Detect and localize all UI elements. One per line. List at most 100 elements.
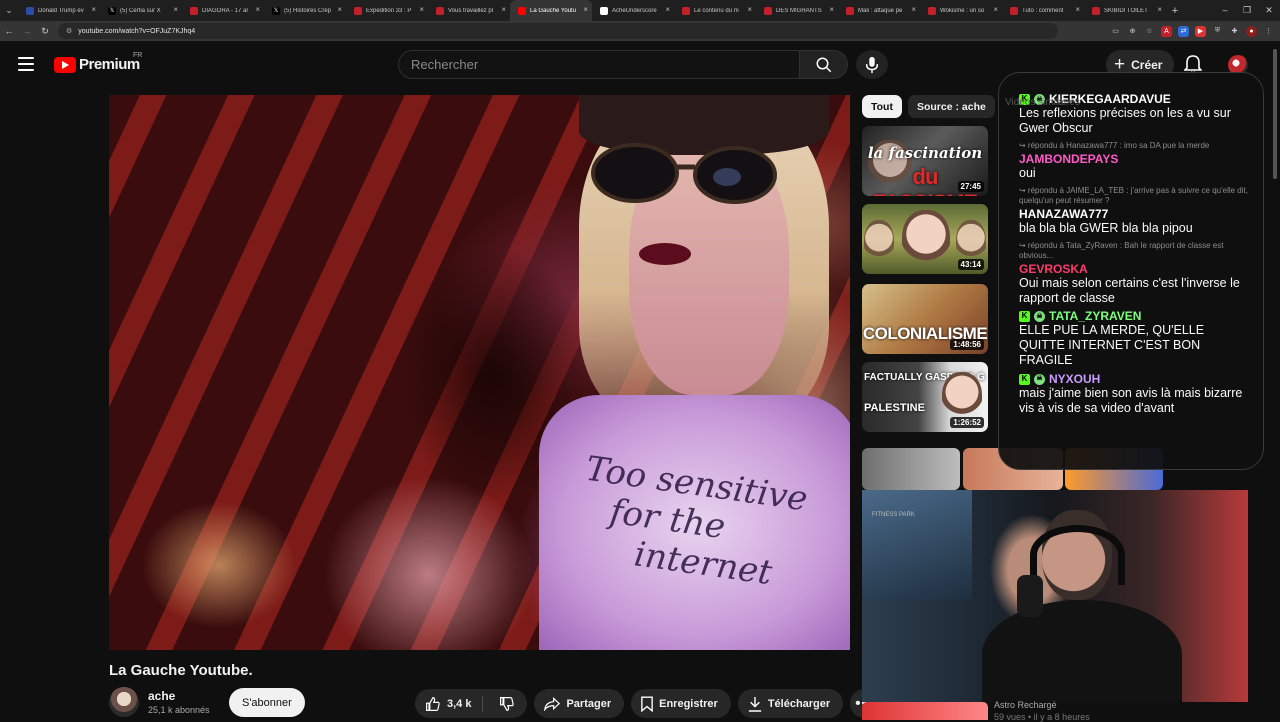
chat-author[interactable]: HANAZAWA777 [1019,207,1249,221]
channel-avatar[interactable] [109,687,139,717]
tab-close-icon[interactable]: × [911,5,916,14]
tab-search-icon[interactable]: ⌄ [0,0,18,21]
tab-close-icon[interactable]: × [501,5,506,14]
favicon-icon [928,6,936,15]
related-video-meta: 59 vues • il y a 8 heures [994,712,1090,722]
minimize-button[interactable]: – [1214,0,1236,21]
url-bar[interactable]: ⚙ youtube.com/watch?v=OFJuZ7KJhq4 [58,23,1058,39]
back-button[interactable]: ← [0,26,18,36]
extension-youtube-icon[interactable]: ▶ [1195,25,1206,37]
install-app-icon[interactable]: ▭ [1110,26,1121,37]
extension-shield-icon[interactable]: ⛨ [1212,26,1223,37]
chip-source[interactable]: Source : ache [907,95,995,118]
extension-red-icon[interactable]: A [1161,25,1172,37]
chat-reply-context: ↪ répondu à Hanazawa777 : imo sa DA pue … [1019,140,1210,150]
kick-badge-icon: K [1019,311,1030,323]
page-scrollbar[interactable] [1272,41,1278,720]
profile-icon[interactable]: ● [1246,25,1257,37]
tab-close-icon[interactable]: × [829,5,834,14]
dislike-button[interactable] [489,696,527,712]
share-button[interactable]: Partager [534,689,625,718]
share-arrow-icon [544,696,561,711]
browser-tab[interactable]: Mali : attaque pe × [838,0,920,21]
tab-close-icon[interactable]: × [337,5,342,14]
chat-author-name: JAMBONDEPAYS [1019,151,1119,166]
close-window-button[interactable]: ✕ [1258,0,1280,21]
chat-reply-context: ↪ répondu à Tata_ZyRaven : Bah le rappor… [1019,240,1224,260]
extension-translate-icon[interactable]: ⇄ [1178,25,1189,37]
browser-tab[interactable]: Vous travaillez pl × [428,0,510,21]
download-button[interactable]: Télécharger [737,689,844,718]
browser-tab[interactable]: 𝕏 (5) Histoires Crép × [264,0,346,21]
related-video-thumbnail[interactable]: la fascination du FASCISME 27:45 [862,126,988,196]
tab-close-icon[interactable]: × [173,5,178,14]
scrollbar-thumb[interactable] [1273,49,1277,179]
tab-close-icon[interactable]: × [1075,5,1080,14]
chat-author[interactable]: GEVROSKA [1019,262,1249,276]
related-video-title[interactable]: Astro Rechargé [994,700,1057,710]
video-title: La Gauche Youtube. [109,662,253,679]
chat-author[interactable]: K ☠ NYXOUH [1019,371,1249,386]
site-info-icon[interactable]: ⚙ [66,27,72,35]
zoom-icon[interactable]: ⊕ [1127,26,1138,37]
bookmark-star-icon[interactable]: ☆ [1144,26,1155,37]
search-input[interactable] [398,50,800,79]
related-video-thumbnail[interactable]: 43:14 [862,204,988,274]
subscribe-button[interactable]: S'abonner [229,688,305,717]
browser-tab[interactable]: DIAGORA - 17 ar × [182,0,264,21]
tab-title: Tuto : comment [1022,7,1064,14]
browser-tab[interactable]: Donald Trump év × [18,0,100,21]
related-video-thumbnail[interactable] [862,702,988,720]
favicon-icon [846,6,854,15]
browser-menu-icon[interactable]: ⋮ [1263,26,1274,37]
search-bar [398,50,888,79]
reload-button[interactable]: ↻ [36,26,54,37]
search-button[interactable] [800,50,848,79]
shorts-thumbnail[interactable] [862,448,960,490]
channel-name[interactable]: ache [148,689,175,703]
tab-close-icon[interactable]: × [665,5,670,14]
chat-author[interactable]: JAMBONDEPAYS [1019,151,1249,166]
browser-tab[interactable]: SKIBIDI TOILET × [1084,0,1166,21]
forward-button[interactable]: → [18,26,36,36]
browser-tab[interactable]: Expedition 33 : P × [346,0,428,21]
related-video-thumbnail[interactable]: COLONIALISME 1:48:56 [862,284,988,354]
save-button[interactable]: Enregistrer [631,689,731,718]
youtube-premium-logo[interactable]: Premium FR [54,52,142,73]
tab-close-icon[interactable]: × [91,5,96,14]
skull-badge-icon: ☠ [1034,373,1045,385]
maximize-button[interactable]: ❐ [1236,0,1258,21]
tab-close-icon[interactable]: × [1157,5,1162,14]
favicon-icon [1010,6,1018,15]
video-actions: 3,4 k Partager Enregistrer Télécharger •… [415,689,880,718]
tab-close-icon[interactable]: × [419,5,424,14]
video-frame-lips [639,243,691,265]
tab-close-icon[interactable]: × [993,5,998,14]
like-button[interactable]: 3,4 k [415,695,484,712]
browser-tab[interactable]: Tuto : comment × [1002,0,1084,21]
address-bar-row: ← → ↻ ⚙ youtube.com/watch?v=OFJuZ7KJhq4 … [0,21,1280,41]
browser-tab[interactable]: Wokisme : un so × [920,0,1002,21]
extensions-puzzle-icon[interactable]: ✚ [1229,26,1240,37]
tab-close-icon[interactable]: × [583,5,588,14]
browser-tab[interactable]: DES MIGRANTS × [756,0,838,21]
browser-tab[interactable]: AcheUnderscore × [592,0,674,21]
voice-search-button[interactable] [856,50,888,79]
browser-tab[interactable]: Le contenu du m × [674,0,756,21]
webcam-background-window [862,490,972,600]
tab-close-icon[interactable]: × [255,5,260,14]
search-icon [816,57,831,72]
browser-tab[interactable]: 𝕏 (5) Cerfia sur X × [100,0,182,21]
chip-all[interactable]: Tout [862,95,902,118]
thumbnail-face [956,220,986,264]
menu-icon[interactable] [18,57,34,71]
chat-author[interactable]: K ☠ TATA_ZYRAVEN [1019,310,1249,323]
video-player[interactable]: Too sensitive for the internet [109,95,850,650]
related-video-thumbnail[interactable]: FACTUALLY GASPARD G PALESTINE 1:26:52 [862,362,988,432]
tab-close-icon[interactable]: × [747,5,752,14]
new-tab-button[interactable]: + [1166,5,1184,17]
duration-badge: 1:26:52 [950,417,984,428]
x-logo-icon: 𝕏 [272,6,280,15]
browser-tab[interactable]: La Gauche Youtu × [510,0,592,21]
chat-author-name: NYXOUH [1049,371,1101,386]
